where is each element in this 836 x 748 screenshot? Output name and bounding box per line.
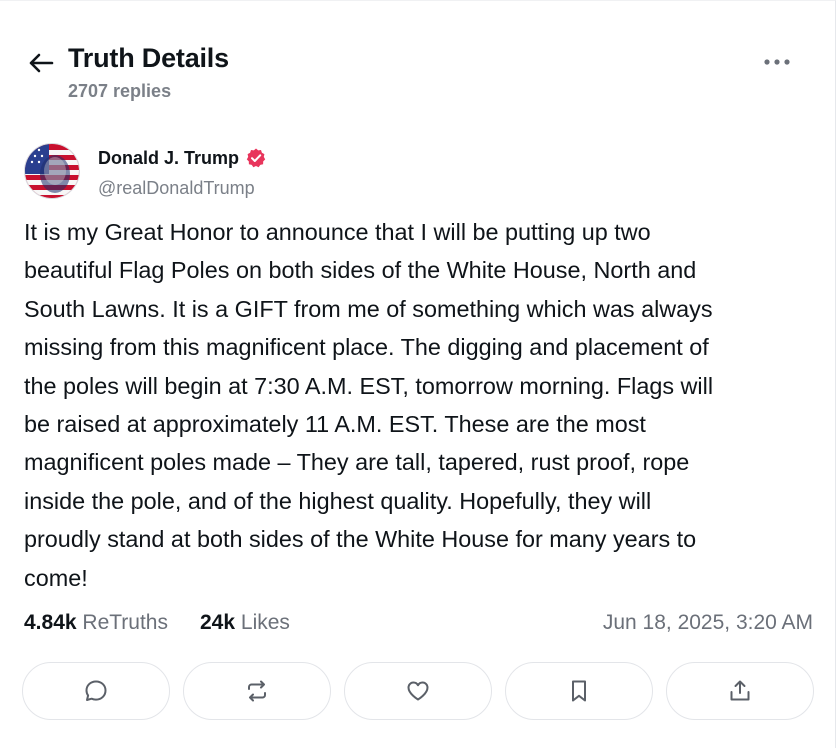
avatar[interactable] xyxy=(24,143,80,199)
post-stats: 4.84k ReTruths 24k Likes Jun 18, 2025, 3… xyxy=(24,611,813,641)
reply-button[interactable] xyxy=(22,662,170,720)
author-name-row: Donald J. Trump xyxy=(98,147,267,169)
retruths-stat[interactable]: 4.84k ReTruths xyxy=(24,611,168,635)
replies-count: 2707 replies xyxy=(68,81,172,101)
retruths-label: ReTruths xyxy=(82,611,168,634)
retruth-button[interactable] xyxy=(183,662,331,720)
verified-badge-icon xyxy=(245,147,267,169)
likes-stat[interactable]: 24k Likes xyxy=(200,611,290,635)
likes-count: 24k xyxy=(200,611,236,634)
author-name[interactable]: Donald J. Trump xyxy=(98,148,239,169)
retruths-count: 4.84k xyxy=(24,611,77,634)
more-options-button[interactable] xyxy=(759,47,795,77)
bookmark-icon xyxy=(572,680,586,702)
truth-details-page: Truth Details 2707 replies Donald J. Tru… xyxy=(0,0,836,748)
share-button[interactable] xyxy=(666,662,814,720)
page-title: Truth Details xyxy=(68,43,229,73)
more-dots-icon xyxy=(764,59,790,65)
retruth-icon xyxy=(248,680,266,702)
reply-icon xyxy=(85,680,107,701)
back-button[interactable] xyxy=(26,49,56,77)
bookmark-button[interactable] xyxy=(505,662,653,720)
like-button[interactable] xyxy=(344,662,492,720)
post-text: It is my Great Honor to announce that I … xyxy=(24,219,714,591)
action-bar xyxy=(22,662,814,720)
arrow-left-icon xyxy=(29,53,54,73)
post-timestamp: Jun 18, 2025, 3:20 AM xyxy=(602,611,813,634)
share-icon xyxy=(730,680,750,701)
heart-icon xyxy=(407,681,429,701)
likes-label: Likes xyxy=(240,611,290,634)
author-block: Donald J. Trump @realDonaldTrump xyxy=(24,143,811,203)
page-header: Truth Details 2707 replies xyxy=(24,41,815,111)
author-handle[interactable]: @realDonaldTrump xyxy=(98,178,255,199)
